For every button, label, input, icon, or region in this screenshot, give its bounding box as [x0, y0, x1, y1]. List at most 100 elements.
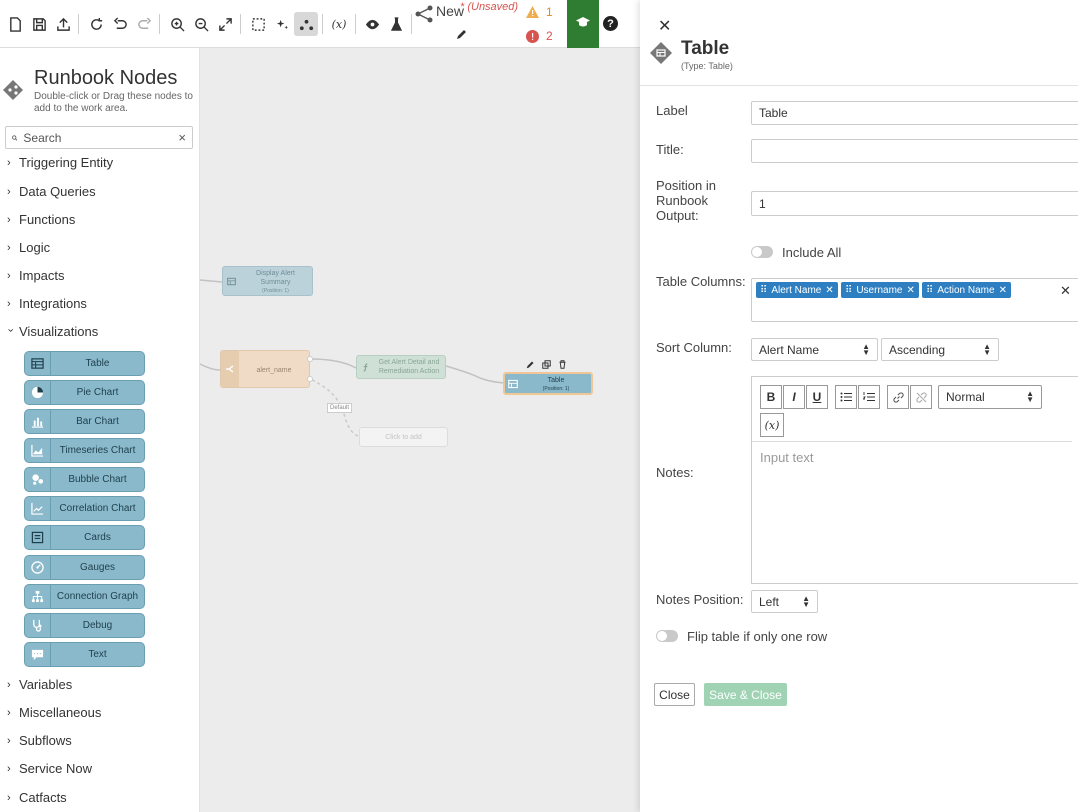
flow-icon [415, 5, 433, 23]
errors-badge[interactable]: 2 [526, 29, 553, 43]
palette-title: Runbook Nodes [34, 67, 178, 89]
include-all-toggle[interactable] [751, 246, 773, 258]
insert-variable-button[interactable]: (x) [760, 413, 784, 437]
unlink-button[interactable] [910, 385, 932, 409]
column-tag-username[interactable]: ⠿ Username ✕ [841, 282, 919, 298]
cards-icon [31, 531, 44, 544]
help-icon[interactable]: ? [603, 16, 618, 31]
notes-position-select[interactable]: Left ▲ ▼ [751, 590, 818, 613]
palette-node-bubble-chart[interactable]: Bubble Chart [24, 467, 145, 492]
zoom-out-icon[interactable] [190, 12, 212, 36]
palette-node-bar-chart[interactable]: Bar Chart [24, 409, 145, 434]
flip-table-toggle[interactable] [656, 630, 678, 642]
link-button[interactable] [887, 385, 909, 409]
warnings-badge[interactable]: 1 [526, 5, 553, 19]
variables-icon[interactable]: (x) [328, 12, 350, 36]
category-triggering-entity[interactable]: › Triggering Entity [7, 155, 113, 170]
table-columns-multiselect[interactable]: ⠿ Alert Name ✕ ⠿ Username ✕ ⠿ Action Name ✕ ✕ [751, 278, 1078, 322]
sort-order-select[interactable]: Ascending ▲ ▼ [881, 338, 999, 361]
canvas-node-get-alert-detail[interactable]: Get Alert Detail and Remediation Action [356, 355, 446, 379]
bold-button[interactable]: B [760, 385, 782, 409]
click-to-add-node[interactable]: Click to add [359, 427, 448, 447]
palette-node-table[interactable]: Table [24, 351, 145, 376]
preview-eye-icon[interactable] [361, 12, 383, 36]
palette-node-debug[interactable]: Debug [24, 613, 145, 638]
save-and-close-button[interactable]: Save & Close [704, 683, 787, 706]
notes-textarea[interactable]: Input text [760, 450, 813, 465]
underline-button[interactable]: U [806, 385, 828, 409]
category-functions[interactable]: › Functions [7, 212, 75, 227]
remove-tag-icon[interactable]: ✕ [999, 285, 1007, 296]
auto-layout-icon[interactable] [271, 12, 293, 36]
search-input[interactable] [23, 130, 179, 145]
palette-node-cards[interactable]: Cards [24, 525, 145, 550]
select-area-icon[interactable] [247, 12, 269, 36]
remove-tag-icon[interactable]: ✕ [906, 285, 914, 296]
canvas-node-display-alert-summary[interactable]: Display Alert Summary (Position: 1) [222, 266, 313, 296]
bullet-list-icon [840, 392, 852, 402]
category-integrations[interactable]: › Integrations [7, 296, 87, 311]
work-area-canvas[interactable]: Display Alert Summary (Position: 1) aler… [200, 48, 640, 812]
canvas-node-table-selected[interactable]: Table (Position: 1) [503, 372, 593, 395]
drag-handle-icon[interactable]: ⠿ [760, 285, 767, 296]
new-file-icon[interactable] [4, 12, 26, 36]
drag-handle-icon[interactable]: ⠿ [926, 285, 933, 296]
pie-chart-icon [31, 386, 44, 399]
edit-name-pencil-icon[interactable] [456, 28, 468, 40]
palette-node-timeseries-chart[interactable]: Timeseries Chart [24, 438, 145, 463]
category-service-now[interactable]: › Service Now [7, 761, 92, 776]
duplicate-node-icon[interactable] [542, 360, 551, 369]
flip-table-label: Flip table if only one row [687, 629, 828, 644]
chevron-right-icon: › [7, 213, 11, 226]
drag-handle-icon[interactable]: ⠿ [845, 285, 852, 296]
refresh-icon[interactable] [85, 12, 107, 36]
title-input[interactable] [751, 139, 1078, 163]
test-flask-icon[interactable] [385, 12, 407, 36]
edit-node-pencil-icon[interactable] [526, 360, 535, 369]
debug-icon [33, 619, 42, 632]
category-variables[interactable]: › Variables [7, 677, 72, 692]
chevron-right-icon: › [7, 706, 11, 719]
category-subflows[interactable]: › Subflows [7, 733, 72, 748]
category-logic[interactable]: › Logic [7, 240, 50, 255]
undo-icon[interactable] [109, 12, 131, 36]
redo-icon[interactable] [133, 12, 155, 36]
save-icon[interactable] [28, 12, 50, 36]
bullet-list-button[interactable] [835, 385, 857, 409]
export-icon[interactable] [52, 12, 74, 36]
column-tag-action-name[interactable]: ⠿ Action Name ✕ [922, 282, 1011, 298]
close-panel-icon[interactable]: ✕ [658, 16, 671, 36]
category-miscellaneous[interactable]: › Miscellaneous [7, 705, 101, 720]
text-format-select[interactable]: Normal ▲ ▼ [938, 385, 1042, 409]
clear-search-icon[interactable]: × [178, 130, 186, 145]
category-impacts[interactable]: › Impacts [7, 268, 65, 283]
palette-node-pie-chart[interactable]: Pie Chart [24, 380, 145, 405]
zoom-in-icon[interactable] [166, 12, 188, 36]
select-arrows-icon: ▲ ▼ [1026, 389, 1034, 404]
numbered-list-icon [863, 392, 875, 401]
canvas-node-alert-name[interactable]: alert_name [220, 350, 310, 388]
sort-column-select[interactable]: Alert Name ▲ ▼ [751, 338, 878, 361]
close-button[interactable]: Close [654, 683, 695, 706]
clear-columns-icon[interactable]: ✕ [1060, 283, 1071, 299]
palette-node-text[interactable]: Text [24, 642, 145, 667]
category-visualizations[interactable]: › Visualizations [5, 324, 99, 339]
select-arrows-icon: ▲ ▼ [802, 593, 810, 609]
palette-node-gauges[interactable]: Gauges [24, 555, 145, 580]
column-tag-alert-name[interactable]: ⠿ Alert Name ✕ [756, 282, 838, 298]
palette-node-connection-graph[interactable]: Connection Graph [24, 584, 145, 609]
chevron-right-icon: › [7, 734, 11, 747]
numbered-list-button[interactable] [858, 385, 880, 409]
sort-column-label: Sort Column: [656, 340, 732, 355]
position-input[interactable]: 1 [751, 191, 1078, 216]
fit-screen-icon[interactable] [214, 12, 236, 36]
table-icon [505, 374, 521, 393]
italic-button[interactable]: I [783, 385, 805, 409]
palette-node-correlation-chart[interactable]: Correlation Chart [24, 496, 145, 521]
delete-node-trash-icon[interactable] [558, 360, 567, 369]
label-input[interactable]: Table [751, 101, 1078, 125]
category-data-queries[interactable]: › Data Queries [7, 184, 96, 199]
category-catfacts[interactable]: › Catfacts [7, 790, 67, 805]
remove-tag-icon[interactable]: ✕ [825, 285, 833, 296]
connect-nodes-icon[interactable] [294, 12, 318, 36]
